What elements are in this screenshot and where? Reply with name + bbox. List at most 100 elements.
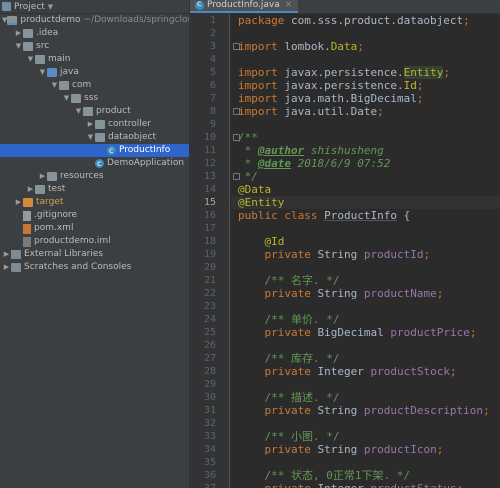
collapse-arrow-icon[interactable]: ▶ <box>2 248 11 261</box>
collapse-arrow-icon[interactable]: ▶ <box>14 196 23 209</box>
chevron-down-icon[interactable]: ▼ <box>48 3 53 11</box>
expand-arrow-icon[interactable]: ▼ <box>62 92 71 105</box>
line-number: 27 <box>203 353 216 364</box>
line-number: 30 <box>203 392 216 403</box>
code-token: */ <box>238 170 258 183</box>
collapse-arrow-icon[interactable]: ▶ <box>86 118 95 131</box>
code-line: private String productIcon; <box>231 443 500 456</box>
expand-arrow-icon[interactable]: ▼ <box>86 131 95 144</box>
tree-item-external-libraries[interactable]: ▶ External Libraries <box>0 248 189 261</box>
expand-arrow-icon[interactable]: ▼ <box>50 79 59 92</box>
tree-item-src[interactable]: ▼ src <box>0 40 189 53</box>
code-token: productPrice <box>390 326 470 339</box>
tree-item-product[interactable]: ▼ product <box>0 105 189 118</box>
folder-icon <box>23 29 33 38</box>
code-token: java.math.BigDecimal <box>284 92 417 105</box>
line-number: 23 <box>203 301 216 312</box>
code-line: import javax.persistence.Id; <box>231 79 500 92</box>
line-number: 20 <box>203 262 216 273</box>
project-panel-header[interactable]: Project ▼ <box>0 0 189 14</box>
code-token: javax.persistence. <box>284 66 404 79</box>
tree-item-label: product <box>96 106 131 116</box>
tree-item-sss[interactable]: ▼ sss <box>0 92 189 105</box>
line-number: 5 <box>209 67 216 78</box>
code-editor[interactable]: package com.sss.product.dataobject; impor… <box>231 14 500 488</box>
scratch-icon <box>11 263 21 272</box>
tree-item-label: Scratches and Consoles <box>24 262 132 272</box>
code-token: ; <box>436 443 444 456</box>
expand-arrow-icon[interactable]: ▼ <box>74 105 83 118</box>
code-line: @Entity <box>231 196 500 209</box>
code-token: BigDecimal <box>317 326 391 339</box>
tree-item-scratches-and-consoles[interactable]: ▶ Scratches and Consoles <box>0 261 189 274</box>
line-number: 21 <box>203 275 216 286</box>
collapse-arrow-icon[interactable]: ▶ <box>38 170 47 183</box>
code-line: * @date 2018/6/9 07:52 <box>231 157 500 170</box>
tree-item-label: resources <box>60 171 104 181</box>
code-token: String <box>317 443 364 456</box>
editor-tab-bar: ProductInfo.java × <box>190 0 500 14</box>
tree-item-label: src <box>36 41 50 51</box>
line-number-gutter: 1 2 3 4 5 6 7 8 9 10 11 12 13 14 15 16 17 18 19 20 21 22 23 24 2… <box>190 14 240 488</box>
code-token: @Data <box>238 183 272 196</box>
code-token: @Id <box>264 235 285 248</box>
line-number: 6 <box>209 80 216 91</box>
code-token: private <box>264 326 318 339</box>
tree-item-idea[interactable]: ▶ .idea <box>0 27 189 40</box>
close-icon[interactable]: × <box>285 0 293 10</box>
code-line: * @author shishusheng <box>231 144 500 157</box>
code-line: private BigDecimal productPrice; <box>231 326 500 339</box>
tree-item-pom-xml[interactable]: pom.xml <box>0 222 189 235</box>
tree-item-main[interactable]: ▼ main <box>0 53 189 66</box>
code-token: productIcon <box>363 443 437 456</box>
tree-item-java[interactable]: ▼ java <box>0 66 189 79</box>
line-number: 34 <box>203 444 216 455</box>
tree-item-label: dataobject <box>108 132 157 142</box>
tree-item-productinfo[interactable]: ProductInfo <box>0 144 189 157</box>
folder-icon <box>95 133 105 142</box>
collapse-arrow-icon[interactable]: ▶ <box>14 27 23 40</box>
code-token: ; <box>436 287 444 300</box>
tree-item-gitignore[interactable]: .gitignore <box>0 209 189 222</box>
xml-icon <box>23 223 31 234</box>
folder-orange-icon <box>23 198 33 207</box>
tree-item-productdemo[interactable]: ▼ productdemo ~/Downloads/springclou <box>0 14 189 27</box>
collapse-arrow-icon[interactable]: ▶ <box>26 183 35 196</box>
line-number: 29 <box>203 379 216 390</box>
tab-productinfo-java[interactable]: ProductInfo.java × <box>190 0 299 13</box>
tree-item-demoapplication[interactable]: DemoApplication <box>0 157 189 170</box>
expand-arrow-icon[interactable]: ▼ <box>26 53 35 66</box>
tree-item-label: main <box>48 54 71 64</box>
folder-icon <box>35 185 45 194</box>
tab-label: ProductInfo.java <box>207 0 280 10</box>
code-token: private <box>264 404 318 417</box>
code-token: /** 库存. */ <box>264 352 340 365</box>
code-token: String <box>317 404 364 417</box>
tree-item-target[interactable]: ▶ target <box>0 196 189 209</box>
line-number: 1 <box>209 15 216 26</box>
code-token: { <box>396 209 411 222</box>
tree-item-resources[interactable]: ▶ resources <box>0 170 189 183</box>
tree-item-label: .idea <box>36 28 59 38</box>
code-token: private <box>264 443 318 456</box>
code-token: String <box>317 248 364 261</box>
code-token: Integer <box>317 482 370 488</box>
tree-item-com[interactable]: ▼ com <box>0 79 189 92</box>
code-token: javax.persistence. <box>284 79 404 92</box>
collapse-arrow-icon[interactable]: ▶ <box>2 261 11 274</box>
expand-arrow-icon[interactable]: ▼ <box>38 66 47 79</box>
tree-item-controller[interactable]: ▶ controller <box>0 118 189 131</box>
code-token: import <box>238 79 285 92</box>
tree-item-productdemo-iml[interactable]: productdemo.iml <box>0 235 189 248</box>
expand-arrow-icon[interactable]: ▼ <box>14 40 23 53</box>
tree-item-test[interactable]: ▶ test <box>0 183 189 196</box>
tree-item-dataobject[interactable]: ▼ dataobject <box>0 131 189 144</box>
